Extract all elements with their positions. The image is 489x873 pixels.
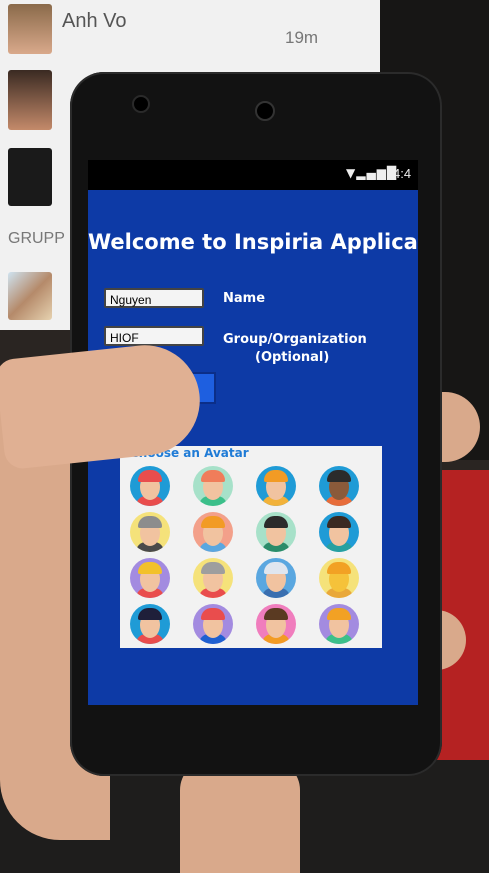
avatar-hair xyxy=(327,608,351,620)
avatar-hair xyxy=(264,562,288,574)
avatar-hair xyxy=(138,562,162,574)
avatar-option-5[interactable] xyxy=(130,512,170,552)
signal-wifi-battery-icon: ▼▂▄▆█ xyxy=(346,166,398,180)
avatar-option-15[interactable] xyxy=(256,604,296,644)
avatar-hair xyxy=(138,516,162,528)
group-label: Group/Organization xyxy=(223,332,367,347)
avatar-hair xyxy=(264,470,288,482)
chat-avatar-photo xyxy=(8,4,52,54)
group-optional-label: (Optional) xyxy=(255,350,330,365)
status-bar: ▼▂▄▆█ 4:4 xyxy=(88,160,418,190)
phone-speaker xyxy=(132,95,150,113)
avatar-option-6[interactable] xyxy=(193,512,233,552)
avatar-picker: Choose an Avatar xyxy=(120,446,382,648)
avatar-option-4[interactable] xyxy=(319,466,359,506)
avatar-hair xyxy=(138,608,162,620)
chat-avatar-photo xyxy=(8,148,52,206)
chat-group-label: GRUPP xyxy=(8,230,65,247)
avatar-hair xyxy=(201,470,225,482)
avatar-option-13[interactable] xyxy=(130,604,170,644)
name-label: Name xyxy=(223,291,266,306)
chat-row: Anh Vo 19m xyxy=(0,0,360,60)
avatar-option-7[interactable] xyxy=(256,512,296,552)
avatar-hair xyxy=(327,516,351,528)
avatar-option-10[interactable] xyxy=(193,558,233,598)
avatar-option-9[interactable] xyxy=(130,558,170,598)
avatar-option-11[interactable] xyxy=(256,558,296,598)
avatar-hair xyxy=(327,470,351,482)
hand-finger xyxy=(180,760,300,873)
group-input[interactable]: HIOF xyxy=(104,326,204,346)
avatar-hair xyxy=(264,608,288,620)
avatar-hair xyxy=(201,608,225,620)
avatar-hair xyxy=(201,562,225,574)
avatar-option-12[interactable] xyxy=(319,558,359,598)
avatar-hair xyxy=(138,470,162,482)
avatar-option-16[interactable] xyxy=(319,604,359,644)
avatar-option-1[interactable] xyxy=(130,466,170,506)
avatar-option-14[interactable] xyxy=(193,604,233,644)
name-input[interactable]: Nguyen xyxy=(104,288,204,308)
avatar-option-3[interactable] xyxy=(256,466,296,506)
avatar-hair xyxy=(201,516,225,528)
chat-avatar-photo xyxy=(8,70,52,130)
avatar-hair xyxy=(264,516,288,528)
avatar-option-2[interactable] xyxy=(193,466,233,506)
phone-camera xyxy=(255,101,275,121)
avatar-option-8[interactable] xyxy=(319,512,359,552)
avatar-hair xyxy=(327,562,351,574)
status-time: 4:4 xyxy=(393,166,412,181)
page-title: Welcome to Inspiria Application xyxy=(88,230,418,254)
chat-timestamp: 19m xyxy=(285,28,319,47)
chat-contact-name: Anh Vo xyxy=(62,10,127,32)
chat-avatar-photo xyxy=(8,272,52,320)
